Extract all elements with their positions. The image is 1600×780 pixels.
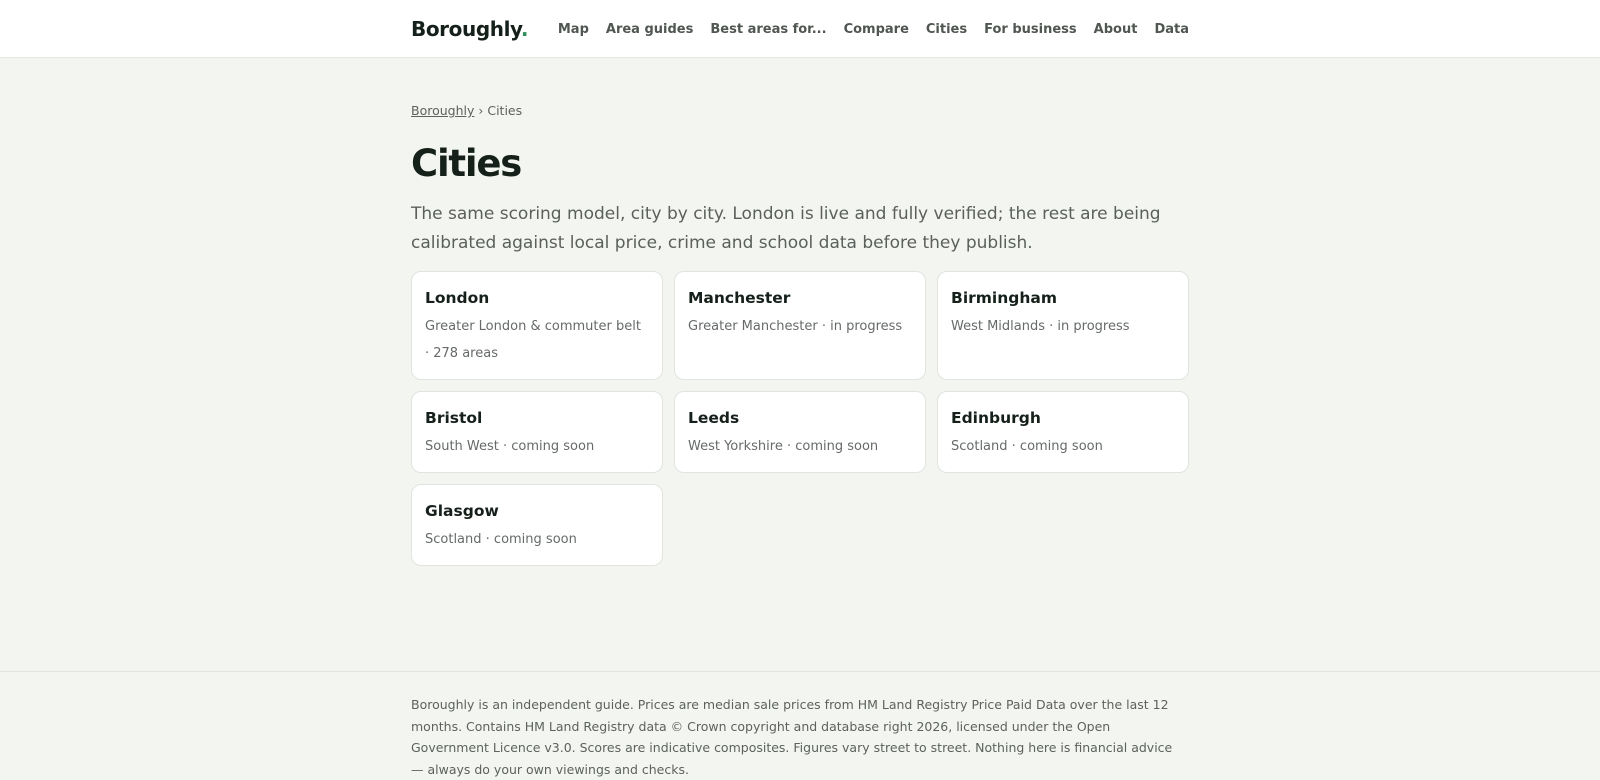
city-card-meta: Greater London & commuter belt · 278 are… (425, 319, 641, 361)
breadcrumb: Boroughly › Cities (411, 102, 1189, 120)
footer-inner: Boroughly is an independent guide. Price… (411, 672, 1189, 780)
city-card-meta: West Yorkshire · coming soon (688, 439, 879, 454)
city-card-meta: Greater Manchester · in progress (688, 319, 903, 334)
page-intro: The same scoring model, city by city. Lo… (411, 204, 1161, 253)
main-nav: Map Area guides Best areas for... Compar… (558, 22, 1189, 37)
breadcrumb-current: Cities (487, 103, 523, 118)
city-card-title: Manchester (688, 289, 791, 307)
page-title: Cities (411, 142, 522, 185)
city-card-bristol[interactable]: Bristol South West · coming soon (411, 391, 663, 473)
logo-dot: . (520, 17, 529, 41)
nav-link-area-guides[interactable]: Area guides (606, 22, 693, 37)
city-card-title: Glasgow (425, 502, 499, 520)
city-card-meta: South West · coming soon (425, 439, 595, 454)
city-card-leeds[interactable]: Leeds West Yorkshire · coming soon (674, 391, 926, 473)
header-inner: Boroughly. Map Area guides Best areas fo… (411, 0, 1189, 58)
city-card-meta: Scotland · coming soon (951, 439, 1103, 454)
city-card-title: Leeds (688, 409, 740, 427)
city-card-title: London (425, 289, 490, 307)
site-footer: Boroughly is an independent guide. Price… (0, 671, 1600, 780)
site-logo[interactable]: Boroughly. (411, 17, 528, 41)
breadcrumb-home-link[interactable]: Boroughly (411, 103, 474, 118)
nav-link-best-areas-for[interactable]: Best areas for... (710, 22, 826, 37)
city-card-glasgow[interactable]: Glasgow Scotland · coming soon (411, 484, 663, 566)
city-card-title: Edinburgh (951, 409, 1041, 427)
nav-link-about[interactable]: About (1094, 22, 1138, 37)
city-card-title: Bristol (425, 409, 483, 427)
city-card-edinburgh[interactable]: Edinburgh Scotland · coming soon (937, 391, 1189, 473)
nav-link-map[interactable]: Map (558, 22, 589, 37)
logo-text: Boroughly (411, 17, 521, 41)
site-header: Boroughly. Map Area guides Best areas fo… (0, 0, 1600, 58)
city-card-title: Birmingham (951, 289, 1058, 307)
city-card-meta: Scotland · coming soon (425, 532, 577, 547)
nav-link-cities[interactable]: Cities (926, 22, 967, 37)
nav-link-compare[interactable]: Compare (844, 22, 909, 37)
nav-link-for-business[interactable]: For business (984, 22, 1077, 37)
city-grid: London Greater London & commuter belt · … (411, 271, 1189, 566)
main-inner: Boroughly › Cities Cities The same scori… (411, 58, 1189, 566)
main-content: Boroughly › Cities Cities The same scori… (0, 58, 1600, 566)
city-card-meta: West Midlands · in progress (951, 319, 1130, 334)
nav-link-data[interactable]: Data (1154, 22, 1189, 37)
city-card-london[interactable]: London Greater London & commuter belt · … (411, 271, 663, 380)
city-card-birmingham[interactable]: Birmingham West Midlands · in progress (937, 271, 1189, 380)
footer-disclaimer: Boroughly is an independent guide. Price… (411, 697, 1173, 777)
breadcrumb-separator: › (478, 103, 484, 118)
city-card-manchester[interactable]: Manchester Greater Manchester · in progr… (674, 271, 926, 380)
